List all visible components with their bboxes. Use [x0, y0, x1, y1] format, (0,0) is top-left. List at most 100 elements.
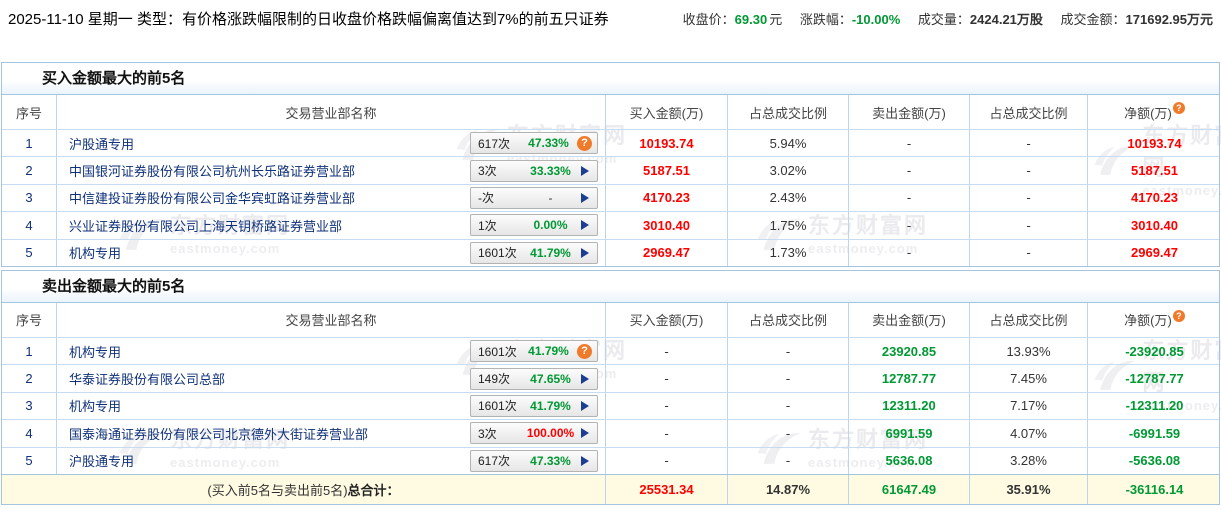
buy-amount: 5187.51 [606, 157, 728, 184]
net-amount: 3010.40 [1131, 217, 1178, 233]
branch-name: 国泰海通证券股份有限公司北京德外大街证券营业部 [69, 426, 369, 442]
page-title: 2025-11-10 星期一 类型：有价格涨跌幅限制的日收盘价格跌幅偏离值达到7… [8, 11, 609, 28]
row-action-icon[interactable] [581, 247, 589, 258]
buy-pct: - [728, 365, 849, 392]
col-header-buy: 买入金额(万) [606, 302, 728, 337]
total-sell-pct: 35.91% [970, 474, 1088, 504]
row-action-icon[interactable] [581, 455, 589, 466]
sell-pct: - [970, 130, 1088, 157]
sell-amount: - [849, 212, 970, 239]
buy-pct: 2.43% [728, 184, 849, 212]
total-net: -36116.14 [1125, 481, 1184, 497]
trade-count-badge[interactable]: 1601次 41.79% [470, 340, 598, 363]
stat-close-price: 收盘价：69.30 元 [682, 12, 783, 27]
buy-section: 买入金额最大的前5名 序号 交易营业部名称 买入金额(万) 占总成交比例 卖出金… [1, 62, 1220, 267]
col-header-sell-pct: 占总成交比例 [970, 302, 1088, 337]
buy-amount: - [606, 337, 728, 365]
row-action-icon[interactable] [581, 428, 589, 439]
buy-section-title: 买入金额最大的前5名 [2, 63, 1219, 95]
net-amount: 2969.47 [1131, 245, 1178, 261]
branch-name: 机构专用 [69, 246, 122, 262]
help-icon[interactable] [1172, 309, 1185, 322]
col-header-no: 序号 [2, 302, 57, 337]
col-header-net: 净额(万) [1088, 303, 1221, 337]
total-buy-pct: 14.87% [728, 474, 849, 504]
row-action-icon[interactable] [581, 165, 589, 176]
net-amount: -5636.08 [1128, 453, 1181, 469]
row-action-icon[interactable] [577, 343, 592, 359]
sell-pct: - [970, 157, 1088, 184]
total-sell: 61647.49 [849, 474, 970, 504]
net-amount: 4170.23 [1131, 190, 1178, 206]
sell-pct: 7.17% [970, 392, 1088, 420]
row-action-icon[interactable] [581, 400, 589, 411]
table-row: 1 机构专用 1601次41.79% - - 23920.85 13.93% -… [2, 336, 1219, 365]
trade-count-badge[interactable]: -次 - [470, 186, 598, 209]
branch-name: 中信建投证券股份有限公司金华宾虹路证券营业部 [69, 191, 356, 207]
totals-row: (买入前5名与卖出前5名) 总合计： 25531.34 14.87% 61647.… [2, 473, 1219, 504]
buy-amount: - [606, 392, 728, 420]
sell-amount: 6991.59 [849, 420, 970, 447]
trade-count-badge[interactable]: 149次 47.65% [470, 367, 598, 390]
total-buy: 25531.34 [606, 474, 728, 504]
trade-count-badge[interactable]: 3次 100.00% [470, 422, 598, 445]
sell-section-title: 卖出金额最大的前5名 [2, 270, 1219, 303]
col-header-net: 净额(万) [1088, 95, 1221, 129]
trade-count-badge[interactable]: 617次 47.33% [470, 132, 598, 155]
trade-count-badge[interactable]: 3次 33.33% [470, 159, 598, 182]
table-row: 2 中国银河证券股份有限公司杭州长乐路证券营业部 3次 33.33% 5187.5… [2, 156, 1219, 184]
buy-pct: - [728, 447, 849, 474]
buy-amount: 4170.23 [606, 184, 728, 212]
sell-amount: - [849, 239, 970, 266]
col-header-sell: 卖出金额(万) [849, 302, 970, 337]
buy-pct: - [728, 392, 849, 420]
table-row: 3 机构专用 1601次 41.79% - - 12311.20 7.17% -1… [2, 391, 1219, 420]
buy-pct: 3.02% [728, 157, 849, 184]
sell-pct: 3.28% [970, 447, 1088, 474]
table-row: 4 国泰海通证券股份有限公司北京德外大街证券营业部 3次 100.00% - - … [2, 419, 1219, 447]
sell-section: 卖出金额最大的前5名 序号 交易营业部名称 买入金额(万) 占总成交比例 卖出金… [1, 269, 1221, 505]
buy-amount: - [606, 420, 728, 447]
trade-count-badge[interactable]: 1次 0.00% [470, 214, 598, 237]
net-amount: -12311.20 [1125, 398, 1184, 414]
buy-amount: - [606, 365, 728, 392]
col-header-sell-pct: 占总成交比例 [970, 95, 1088, 129]
sell-table-header: 序号 交易营业部名称 买入金额(万) 占总成交比例 卖出金额(万) 占总成交比例… [2, 302, 1221, 337]
net-amount: 5187.51 [1131, 163, 1178, 179]
col-header-branch: 交易营业部名称 [57, 302, 606, 337]
buy-amount: 3010.40 [606, 212, 728, 239]
sell-amount: 23920.85 [849, 337, 970, 365]
buy-table-header: 序号 交易营业部名称 买入金额(万) 占总成交比例 卖出金额(万) 占总成交比例… [2, 95, 1219, 129]
buy-pct: 1.73% [728, 239, 849, 266]
col-header-no: 序号 [2, 95, 57, 129]
branch-name: 中国银河证券股份有限公司杭州长乐路证券营业部 [69, 164, 356, 180]
stats-bar: 收盘价：69.30 元 涨跌幅：-10.00% 成交量：2424.21万股 成交金… [669, 9, 1213, 28]
buy-amount: 10193.74 [606, 130, 728, 157]
row-action-icon[interactable] [581, 373, 589, 384]
col-header-buy-pct: 占总成交比例 [728, 95, 849, 129]
buy-amount: - [606, 447, 728, 474]
net-amount: -6991.59 [1128, 425, 1181, 441]
trade-count-badge[interactable]: 1601次 41.79% [470, 241, 598, 264]
trade-count-badge[interactable]: 1601次 41.79% [470, 394, 598, 417]
trade-count-badge[interactable]: 617次 47.33% [470, 449, 598, 472]
sell-amount: - [849, 157, 970, 184]
row-action-icon[interactable] [581, 192, 589, 203]
row-action-icon[interactable] [577, 135, 592, 151]
sell-pct: 7.45% [970, 365, 1088, 392]
branch-name: 沪股通专用 [69, 136, 135, 152]
sell-pct: 4.07% [970, 420, 1088, 447]
sell-pct: - [970, 239, 1088, 266]
dragon-tiger-detail-panel: 东方财富网eastmoney.com东方财富网eastmoney.com东方财富… [0, 0, 1221, 520]
top-bar: 2025-11-10 星期一 类型：有价格涨跌幅限制的日收盘价格跌幅偏离值达到7… [0, 0, 1221, 62]
help-icon[interactable] [1172, 102, 1185, 114]
col-header-buy: 买入金额(万) [606, 95, 728, 129]
branch-name: 机构专用 [69, 344, 122, 360]
row-action-icon[interactable] [581, 220, 589, 231]
buy-amount: 2969.47 [606, 239, 728, 266]
table-row: 2 华泰证券股份有限公司总部 149次 47.65% - - 12787.77 7… [2, 364, 1219, 392]
sell-pct: - [970, 212, 1088, 239]
stat-change-pct: 涨跌幅：-10.00% [799, 12, 901, 27]
col-header-branch: 交易营业部名称 [57, 95, 606, 129]
sell-amount: - [849, 184, 970, 212]
